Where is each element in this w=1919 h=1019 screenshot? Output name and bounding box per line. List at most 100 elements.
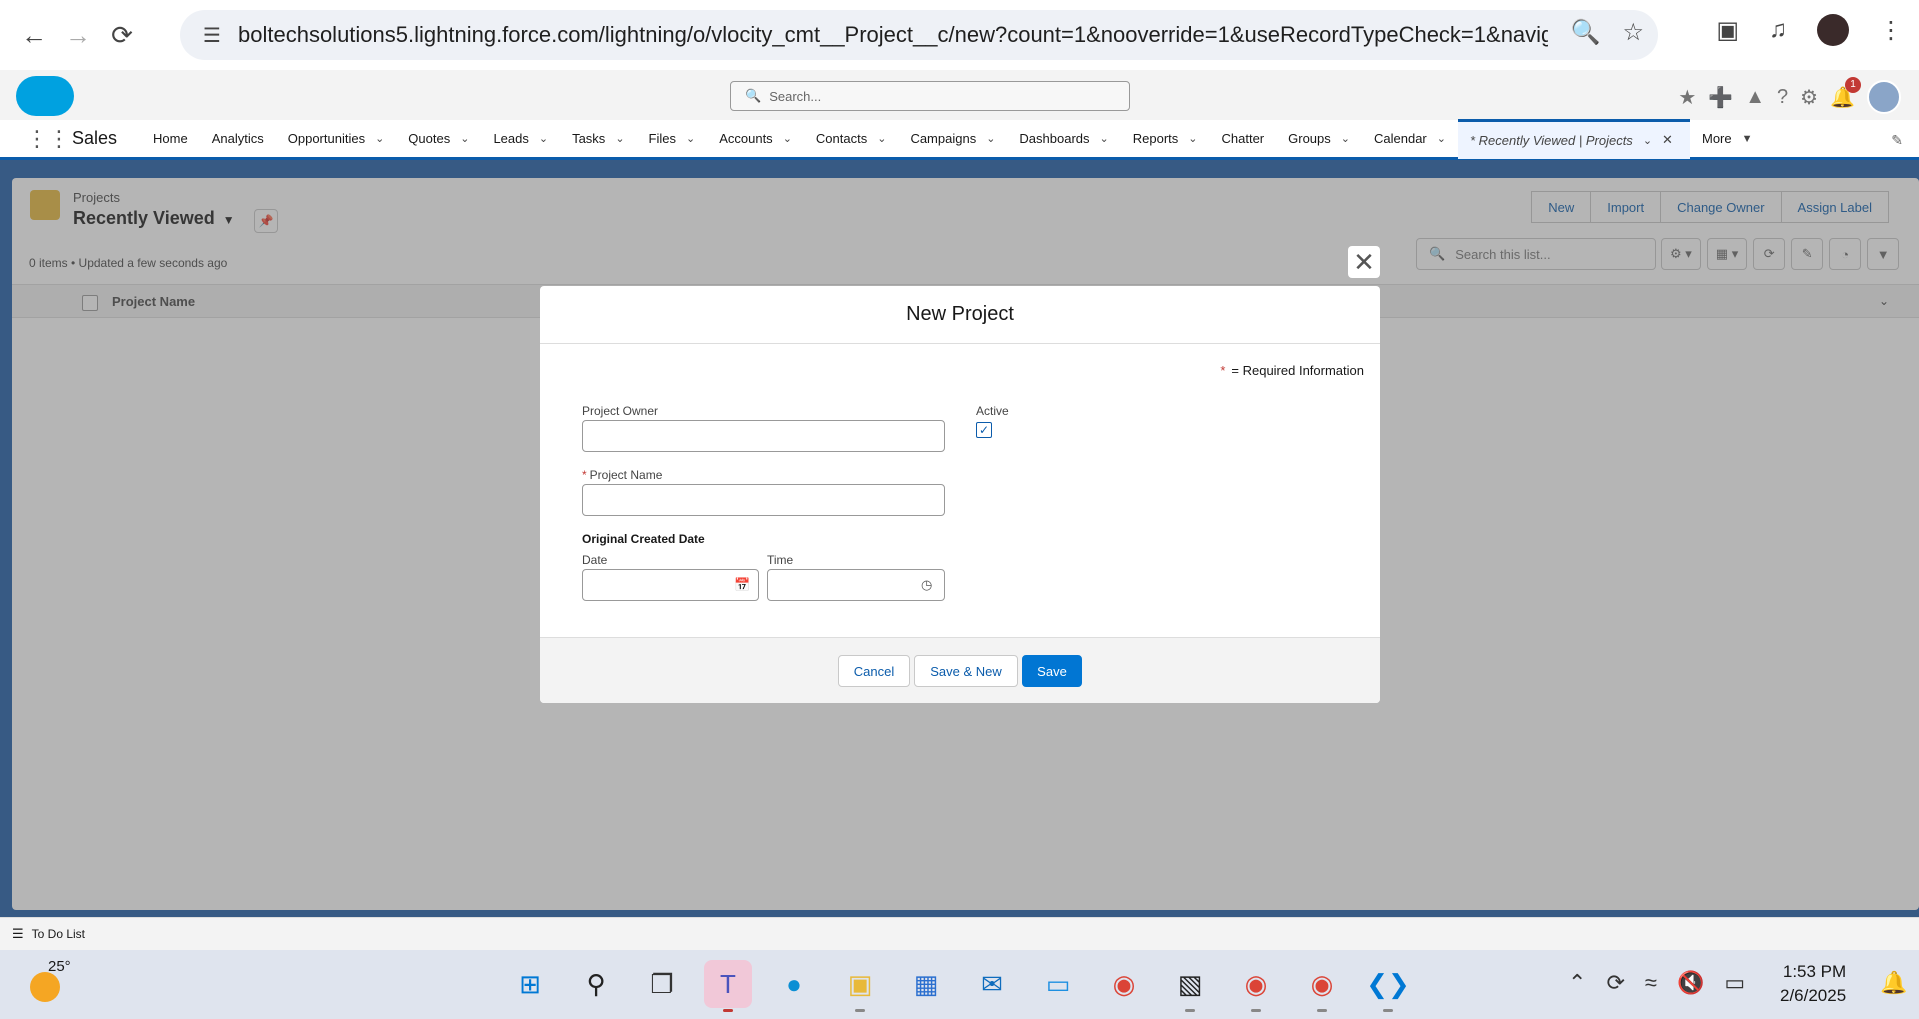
close-modal-icon[interactable]: ✕ bbox=[1348, 246, 1380, 278]
required-info: * = Required Information bbox=[1220, 363, 1364, 378]
nav-item-files[interactable]: Files ⌄ bbox=[637, 119, 708, 159]
nav-item-contacts[interactable]: Contacts ⌄ bbox=[804, 119, 899, 159]
save-button[interactable]: Save bbox=[1022, 655, 1082, 687]
browser-menu-icon[interactable]: ⋮ bbox=[1879, 16, 1903, 45]
nav-item-reports[interactable]: Reports ⌄ bbox=[1121, 119, 1210, 159]
chevron-down-icon[interactable]: ⌄ bbox=[539, 132, 548, 145]
chevron-down-icon[interactable]: ⌄ bbox=[686, 132, 695, 145]
app-launcher-icon[interactable]: ⋮⋮ bbox=[26, 126, 70, 152]
nav-item-label: Leads bbox=[493, 131, 529, 146]
taskbar-search-icon[interactable]: ⚲ bbox=[572, 960, 620, 1008]
chrome-profile-2-icon[interactable]: ◉ bbox=[1298, 960, 1346, 1012]
site-settings-icon[interactable]: ☰ bbox=[192, 15, 232, 55]
save-and-new-button[interactable]: Save & New bbox=[914, 655, 1018, 687]
tab-recently-viewed-projects[interactable]: * Recently Viewed | Projects ⌄ ✕ bbox=[1457, 118, 1690, 159]
show-hidden-icons-chevron-up-icon[interactable]: ⌃ bbox=[1568, 970, 1586, 996]
nav-item-groups[interactable]: Groups ⌄ bbox=[1276, 119, 1362, 159]
battery-icon[interactable]: ▭ bbox=[1724, 970, 1745, 996]
reload-icon[interactable]: ⟳ bbox=[100, 13, 144, 57]
file-explorer-icon[interactable]: ▣ bbox=[836, 960, 884, 1012]
system-clock[interactable]: 1:53 PM 2/6/2025 bbox=[1780, 960, 1846, 1008]
calendar-icon[interactable]: 📅 bbox=[734, 577, 750, 593]
time-input[interactable] bbox=[767, 569, 945, 601]
chevron-down-icon[interactable]: ⌄ bbox=[1188, 132, 1197, 145]
date-label: Date bbox=[582, 553, 608, 567]
weather-widget[interactable]: 25° bbox=[30, 958, 74, 1002]
edit-nav-pencil-icon[interactable]: ✎ bbox=[1891, 132, 1903, 149]
nav-item-analytics[interactable]: Analytics bbox=[200, 119, 276, 159]
nav-item-chatter[interactable]: Chatter bbox=[1210, 119, 1277, 159]
chrome-profile-icon[interactable]: ◉ bbox=[1232, 960, 1280, 1012]
salesforce-header: 🔍 Search... ★ ➕ ▲ ? ⚙ 🔔 1 bbox=[0, 70, 1919, 120]
chevron-down-icon[interactable]: ⌄ bbox=[1341, 132, 1350, 145]
chevron-down-icon[interactable]: ⌄ bbox=[986, 132, 995, 145]
sticky-notes-icon[interactable]: ▧ bbox=[1166, 960, 1214, 1012]
back-arrow-icon[interactable]: ← bbox=[12, 13, 56, 57]
setup-gear-icon[interactable]: ⚙ bbox=[1800, 85, 1818, 110]
edge-browser-icon[interactable]: ● bbox=[770, 960, 818, 1008]
task-view-icon[interactable]: ❐ bbox=[638, 960, 686, 1008]
outlook-icon[interactable]: ✉ bbox=[968, 960, 1016, 1008]
chevron-down-icon[interactable]: ⌄ bbox=[615, 132, 624, 145]
original-created-date-label: Original Created Date bbox=[582, 532, 705, 546]
nav-item-calendar[interactable]: Calendar ⌄ bbox=[1362, 119, 1458, 159]
windows-start-icon[interactable]: ⊞ bbox=[506, 960, 554, 1008]
utility-bar: ☰ To Do List bbox=[0, 917, 1919, 950]
nav-item-accounts[interactable]: Accounts ⌄ bbox=[707, 119, 804, 159]
sync-icon[interactable]: ⟳ bbox=[1606, 970, 1624, 996]
microsoft-store-icon[interactable]: ▦ bbox=[902, 960, 950, 1008]
address-bar[interactable]: ☰ boltechsolutions5.lightning.force.com/… bbox=[180, 10, 1658, 60]
bookmark-star-icon[interactable]: ☆ bbox=[1622, 18, 1644, 47]
active-checkbox[interactable]: ✓ bbox=[976, 422, 992, 438]
salesforce-logo[interactable] bbox=[16, 76, 74, 116]
chevron-down-icon[interactable]: ⌄ bbox=[375, 132, 384, 145]
url-text[interactable]: boltechsolutions5.lightning.force.com/li… bbox=[238, 22, 1548, 48]
remote-desktop-icon[interactable]: ▭ bbox=[1034, 960, 1082, 1008]
media-control-icon[interactable]: ♫ bbox=[1769, 16, 1787, 44]
nav-item-label: Dashboards bbox=[1019, 131, 1090, 146]
nav-item-tasks[interactable]: Tasks ⌄ bbox=[560, 119, 636, 159]
chevron-down-icon[interactable]: ⌄ bbox=[1437, 132, 1446, 145]
global-search-input[interactable]: 🔍 Search... bbox=[730, 81, 1130, 111]
close-tab-icon[interactable]: ✕ bbox=[1662, 132, 1673, 148]
user-avatar[interactable] bbox=[1867, 80, 1901, 114]
nav-item-dashboards[interactable]: Dashboards ⌄ bbox=[1007, 119, 1120, 159]
teams-app-icon[interactable]: T bbox=[704, 960, 752, 1012]
nav-item-home[interactable]: Home bbox=[141, 119, 200, 159]
cancel-button[interactable]: Cancel bbox=[838, 655, 910, 687]
chevron-down-icon[interactable]: ⌄ bbox=[1100, 132, 1109, 145]
wifi-icon[interactable]: ≈ bbox=[1645, 970, 1657, 996]
project-name-input[interactable] bbox=[582, 484, 945, 516]
favorites-icon[interactable]: ★ bbox=[1678, 85, 1696, 110]
extensions-icon[interactable]: ▣ bbox=[1716, 16, 1739, 45]
notification-center-bell-icon[interactable]: 🔔 bbox=[1880, 970, 1907, 996]
nav-item-label: Campaigns bbox=[910, 131, 977, 146]
zoom-icon[interactable]: 🔍 bbox=[1571, 18, 1601, 47]
nav-item-label: Chatter bbox=[1221, 131, 1265, 146]
nav-item-opportunities[interactable]: Opportunities ⌄ bbox=[276, 119, 397, 159]
project-owner-input[interactable] bbox=[582, 420, 945, 452]
date-input[interactable] bbox=[582, 569, 759, 601]
chrome-icon[interactable]: ◉ bbox=[1100, 960, 1148, 1008]
nav-item-label: Home bbox=[153, 131, 188, 146]
forward-arrow-icon[interactable]: → bbox=[56, 13, 100, 57]
profile-avatar[interactable] bbox=[1817, 14, 1849, 46]
trailhead-icon[interactable]: ▲ bbox=[1745, 86, 1765, 109]
todo-list-item[interactable]: To Do List bbox=[32, 927, 85, 941]
help-icon[interactable]: ? bbox=[1777, 86, 1788, 109]
nav-more[interactable]: More ▼ bbox=[1690, 119, 1765, 159]
nav-item-leads[interactable]: Leads ⌄ bbox=[481, 119, 560, 159]
chevron-down-icon[interactable]: ⌄ bbox=[460, 132, 469, 145]
nav-item-quotes[interactable]: Quotes ⌄ bbox=[396, 119, 481, 159]
chevron-down-icon[interactable]: ⌄ bbox=[1643, 134, 1652, 147]
global-actions-icon[interactable]: ➕ bbox=[1708, 85, 1733, 110]
windows-taskbar: 25° ⊞ ⚲ ❐ T ● ▣ ▦ ✉ ▭ ◉ ▧ ◉ ◉ ❮❯ ⌃ ⟳ ≈ 🔇… bbox=[0, 950, 1919, 1019]
notifications-bell-icon[interactable]: 🔔 1 bbox=[1830, 76, 1861, 110]
speaker-muted-icon[interactable]: 🔇 bbox=[1677, 970, 1704, 996]
nav-item-campaigns[interactable]: Campaigns ⌄ bbox=[898, 119, 1007, 159]
chevron-down-icon[interactable]: ⌄ bbox=[877, 132, 886, 145]
project-name-label-text: Project Name bbox=[589, 468, 663, 482]
clock-icon[interactable]: ◷ bbox=[921, 577, 932, 593]
chevron-down-icon[interactable]: ⌄ bbox=[783, 132, 792, 145]
vscode-icon[interactable]: ❮❯ bbox=[1364, 960, 1412, 1012]
